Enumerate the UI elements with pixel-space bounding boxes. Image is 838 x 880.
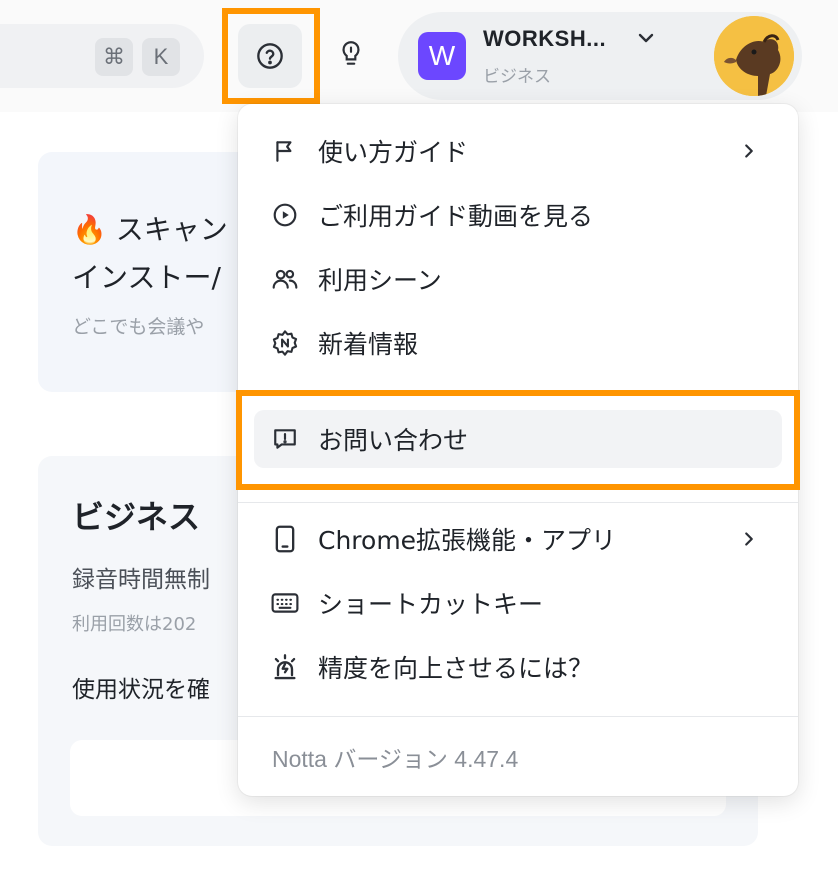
message-alert-icon [270,424,300,454]
chevron-down-icon[interactable] [634,26,658,50]
plan-note: 利用回数は202 [72,614,197,635]
menu-item-video-guide[interactable]: ご利用ガイド動画を見る [254,186,782,244]
help-menu: 使い方ガイド ご利用ガイド動画を見る 利用シーン 新着情報 お問い合わせ Chr… [238,104,798,796]
menu-item-label: ご利用ガイド動画を見る [318,202,594,231]
promo-title-line2: インストー/ [72,261,221,294]
menu-item-label: お問い合わせ [318,426,469,455]
promo-title: 🔥 スキャン [72,213,228,246]
menu-item-contact[interactable]: お問い合わせ [254,410,782,468]
chevron-right-icon [745,144,753,158]
play-circle-icon [270,200,300,230]
menu-item-whats-new[interactable]: 新着情報 [254,314,782,372]
top-bar: ⌘ K W WORKSH... ビジネス [0,0,838,112]
menu-item-label: ショートカットキー [318,590,544,619]
keyboard-icon [270,588,300,618]
users-icon [270,264,300,294]
usage-label: 使用状況を確 [72,677,210,703]
menu-item-chrome-extension[interactable]: Chrome拡張機能・アプリ [254,510,782,568]
menu-item-label: 精度を向上させるには？ [318,654,594,683]
k-key-hint: K [142,38,180,76]
workspace-plan: ビジネス [483,67,551,87]
avatar[interactable] [714,16,794,96]
new-badge-icon [270,328,300,358]
menu-item-accuracy-tips[interactable]: 精度を向上させるには？ [254,638,782,696]
command-key-hint: ⌘ [95,38,133,76]
menu-item-label: 使い方ガイド [318,138,469,167]
menu-item-label: Chrome拡張機能・アプリ [318,526,617,555]
alarm-icon [270,652,300,682]
phone-icon [270,524,300,554]
workspace-logo: W [418,32,466,80]
menu-item-label: 利用シーン [318,266,442,295]
tips-button[interactable] [327,30,375,78]
plan-title: ビジネス [72,498,201,536]
promo-subtitle: どこでも会議や [72,316,205,338]
menu-item-use-cases[interactable]: 利用シーン [254,250,782,308]
menu-divider [238,390,798,391]
menu-divider [238,502,798,503]
workspace-name: WORKSH... [483,26,607,51]
lightbulb-icon [342,41,360,65]
menu-divider [238,716,798,717]
menu-item-label: 新着情報 [318,330,419,359]
question-circle-icon [257,43,283,69]
menu-item-guide[interactable]: 使い方ガイド [254,122,782,180]
plan-description: 録音時間無制 [72,567,210,593]
help-button[interactable] [238,24,302,88]
menu-item-shortcuts[interactable]: ショートカットキー [254,574,782,632]
flag-icon [270,136,300,166]
chevron-right-icon [745,532,753,546]
version-label: Notta バージョン 4.47.4 [272,746,519,772]
